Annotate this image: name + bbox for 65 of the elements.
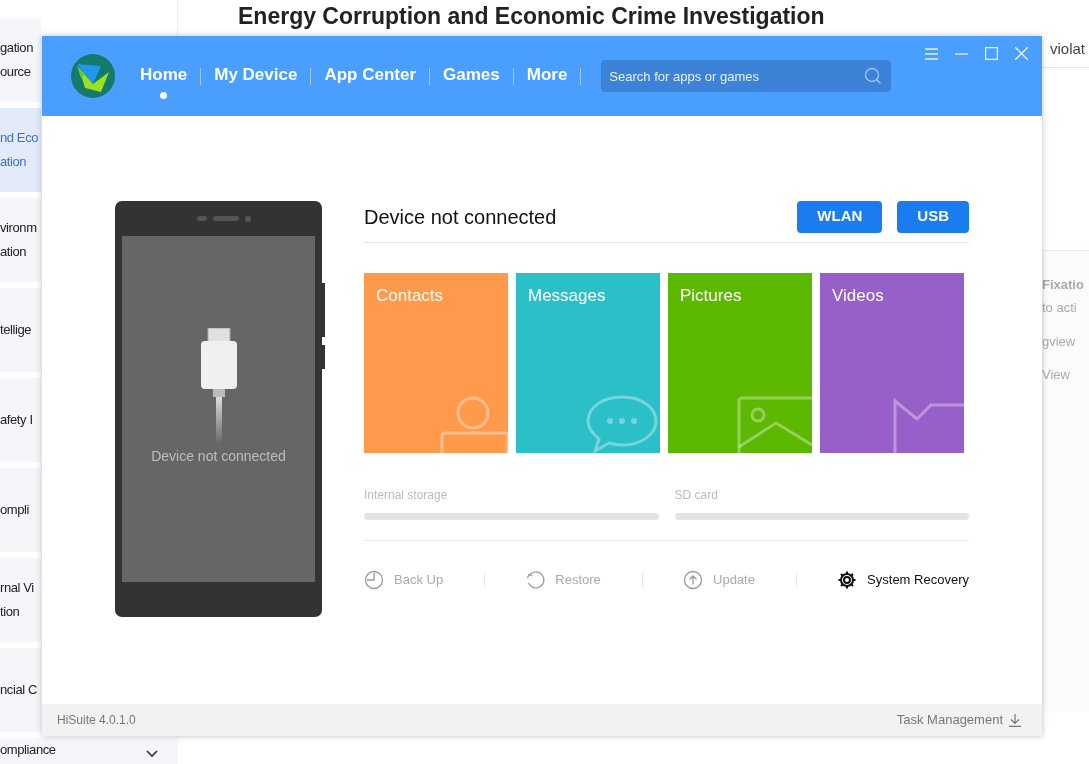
panel-text: Fixatio (1042, 275, 1085, 294)
sidebar-item[interactable]: gation ource (0, 18, 41, 102)
sidebar-item-text: nd Eco (0, 129, 39, 147)
sidebar-item-text: vironm (0, 219, 37, 237)
menu-icon[interactable] (925, 47, 938, 60)
sidebar-item-text: rnal Vi (0, 579, 34, 597)
category-tile[interactable]: Pictures (668, 273, 812, 453)
sidebar-item[interactable]: ompliance (0, 738, 178, 764)
panel-text: View (1042, 366, 1071, 384)
sidebar-item-text: ation (0, 153, 28, 171)
sidebar-item-text: tion (0, 603, 21, 621)
category-tile[interactable]: Contacts (364, 273, 508, 453)
storage-label: SD card (674, 487, 719, 504)
download-icon (1009, 713, 1021, 727)
sidebar-item-text: ompliance (0, 741, 56, 759)
nav-tab[interactable]: More (513, 49, 581, 103)
connect-button[interactable]: USB (897, 200, 969, 233)
sidebar-item-text: afety I (0, 411, 33, 429)
tile-label: Videos (832, 285, 884, 307)
sidebar-item[interactable]: vironm ation (0, 198, 41, 282)
tile-label: Contacts (376, 285, 444, 307)
sidebar-item[interactable]: rnal Vi tion (0, 558, 41, 642)
settings-icon (837, 570, 858, 590)
storage-label: Internal storage (364, 487, 449, 504)
sidebar-item-text: ation (0, 243, 28, 261)
close-icon[interactable] (1015, 47, 1028, 60)
clock-icon (364, 570, 384, 590)
sidebar-item-text: gation (0, 39, 34, 57)
page-heading: Energy Corruption and Economic Crime Investigation (238, 2, 826, 30)
usb-cable-icon (200, 328, 237, 444)
sidebar-item[interactable]: ompli (0, 468, 41, 552)
minimize-icon[interactable] (955, 52, 968, 55)
sidebar-item[interactable]: tellige (0, 288, 41, 372)
sidebar-item-text: ource (0, 63, 32, 81)
sidebar-item[interactable]: ncial C (0, 648, 41, 732)
panel-text: gview (1042, 332, 1077, 351)
search-icon (864, 67, 883, 85)
sidebar-item[interactable]: afety I (0, 378, 41, 462)
sidebar-item[interactable]: nd Eco ation (0, 108, 41, 192)
chevron-down-icon (146, 750, 158, 758)
nav-tab[interactable]: My Device (201, 49, 311, 103)
sidebar-item-text: tellige (0, 321, 32, 339)
category-tile[interactable]: Videos (820, 273, 964, 453)
maximize-icon[interactable] (985, 47, 998, 60)
upload-icon (683, 570, 703, 590)
phone-message: Device not connected (151, 447, 286, 466)
status-title: Device not connected (364, 204, 557, 230)
nav-tab[interactable]: App Center (311, 49, 430, 103)
sidebar-item-text: ompli (0, 501, 30, 519)
tile-label: Pictures (680, 285, 742, 307)
panel-text: to acti (1042, 299, 1078, 317)
task-management-button[interactable]: Task Management (896, 710, 1027, 730)
nav-tab[interactable]: Home (127, 49, 201, 103)
connect-button[interactable]: WLAN (797, 200, 883, 233)
category-tile[interactable]: Messages (516, 273, 660, 453)
search-field[interactable]: Search for apps or games (601, 60, 892, 92)
restore-icon (525, 570, 546, 590)
chat-bubble-icon (584, 393, 660, 453)
page-subline: violat (1049, 39, 1085, 59)
version-text: HiSuite 4.0.1.0 (57, 712, 136, 729)
app-logo (71, 54, 115, 98)
action-button[interactable]: System Recovery (837, 570, 969, 590)
sidebar-item-text: ncial C (0, 681, 37, 699)
tile-label: Messages (528, 285, 606, 307)
nav-tab[interactable]: Games (430, 49, 513, 103)
